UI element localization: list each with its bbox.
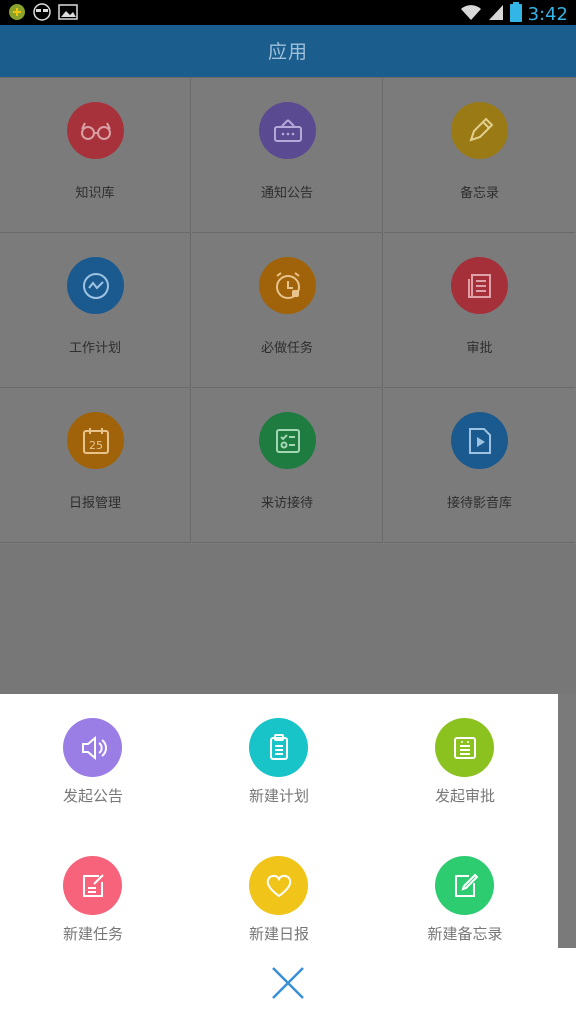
- status-bar: 3:42: [0, 0, 576, 25]
- edit-note-icon: [63, 856, 122, 915]
- form-icon: [435, 718, 494, 777]
- calendar-icon: 25: [67, 412, 124, 469]
- action-new-memo[interactable]: 新建备忘录: [372, 832, 558, 952]
- action-label: 新建备忘录: [427, 925, 503, 943]
- battery-icon: [509, 2, 522, 26]
- action-new-task[interactable]: 新建任务: [0, 832, 186, 952]
- action-label: 新建计划: [248, 787, 309, 805]
- app-tile-label: 工作计划: [68, 341, 121, 356]
- app-tile-must-do-tasks[interactable]: 必做任务: [192, 233, 383, 388]
- pencil-icon: [451, 102, 508, 159]
- glasses-icon: [67, 102, 124, 159]
- face-notification-icon: [32, 3, 52, 25]
- checklist-icon: [259, 412, 316, 469]
- clock: 3:42: [527, 3, 568, 25]
- video-play-icon: [451, 412, 508, 469]
- app-tile-knowledge-base[interactable]: 知识库: [0, 78, 191, 233]
- app-tile-memo[interactable]: 备忘录: [384, 78, 575, 233]
- action-new-daily-report[interactable]: 新建日报: [186, 832, 372, 952]
- alarm-clock-icon: [259, 257, 316, 314]
- app-tile-label: 审批: [466, 341, 493, 356]
- edit-square-icon: [435, 856, 494, 915]
- close-button[interactable]: [264, 961, 312, 1009]
- action-publish-notice[interactable]: 发起公告: [0, 694, 186, 814]
- notice-board-icon: [259, 102, 316, 159]
- svg-text:25: 25: [89, 439, 103, 452]
- app-tile-label: 通知公告: [260, 186, 313, 201]
- action-label: 新建任务: [62, 925, 123, 943]
- action-start-approval[interactable]: 发起审批: [372, 694, 558, 814]
- app-tile-label: 来访接待: [260, 496, 313, 511]
- dim-overlay[interactable]: [0, 544, 576, 694]
- action-sheet: 发起公告 新建计划 发起审批 新建任务 新建日报 新建备忘录: [0, 694, 558, 950]
- notification-icons: [8, 3, 78, 25]
- image-notification-icon: [58, 3, 78, 25]
- app-tile-work-plan[interactable]: 工作计划: [0, 233, 191, 388]
- app-tile-notice[interactable]: 通知公告: [192, 78, 383, 233]
- app-tile-media-library[interactable]: 接待影音库: [384, 388, 575, 543]
- app-tile-visitor-reception[interactable]: 来访接待: [192, 388, 383, 543]
- action-new-plan[interactable]: 新建计划: [186, 694, 372, 814]
- app-notification-icon: [8, 3, 26, 25]
- action-label: 发起审批: [434, 787, 495, 805]
- page-title: 应用: [267, 41, 308, 63]
- app-tile-label: 知识库: [75, 186, 115, 201]
- app-tile-label: 日报管理: [68, 496, 121, 511]
- app-tile-approval[interactable]: 审批: [384, 233, 575, 388]
- app-tile-label: 备忘录: [459, 186, 499, 201]
- app-bar: 应用: [0, 25, 576, 77]
- trend-icon: [67, 257, 124, 314]
- wifi-icon: [460, 3, 482, 25]
- heart-icon: [249, 856, 308, 915]
- system-indicators: 3:42: [460, 2, 568, 26]
- close-icon: [271, 966, 305, 1004]
- action-label: 新建日报: [248, 925, 309, 943]
- action-label: 发起公告: [62, 787, 123, 805]
- speaker-icon: [63, 718, 122, 777]
- document-list-icon: [451, 257, 508, 314]
- clipboard-icon: [249, 718, 308, 777]
- app-grid: 知识库 通知公告 备忘录 工作计划 必做任务 审批 25 日报管理 来访接待 接…: [0, 77, 576, 546]
- app-tile-daily-report[interactable]: 25 日报管理: [0, 388, 191, 543]
- app-tile-label: 必做任务: [260, 341, 313, 356]
- signal-icon: [488, 3, 504, 25]
- app-tile-label: 接待影音库: [446, 496, 512, 511]
